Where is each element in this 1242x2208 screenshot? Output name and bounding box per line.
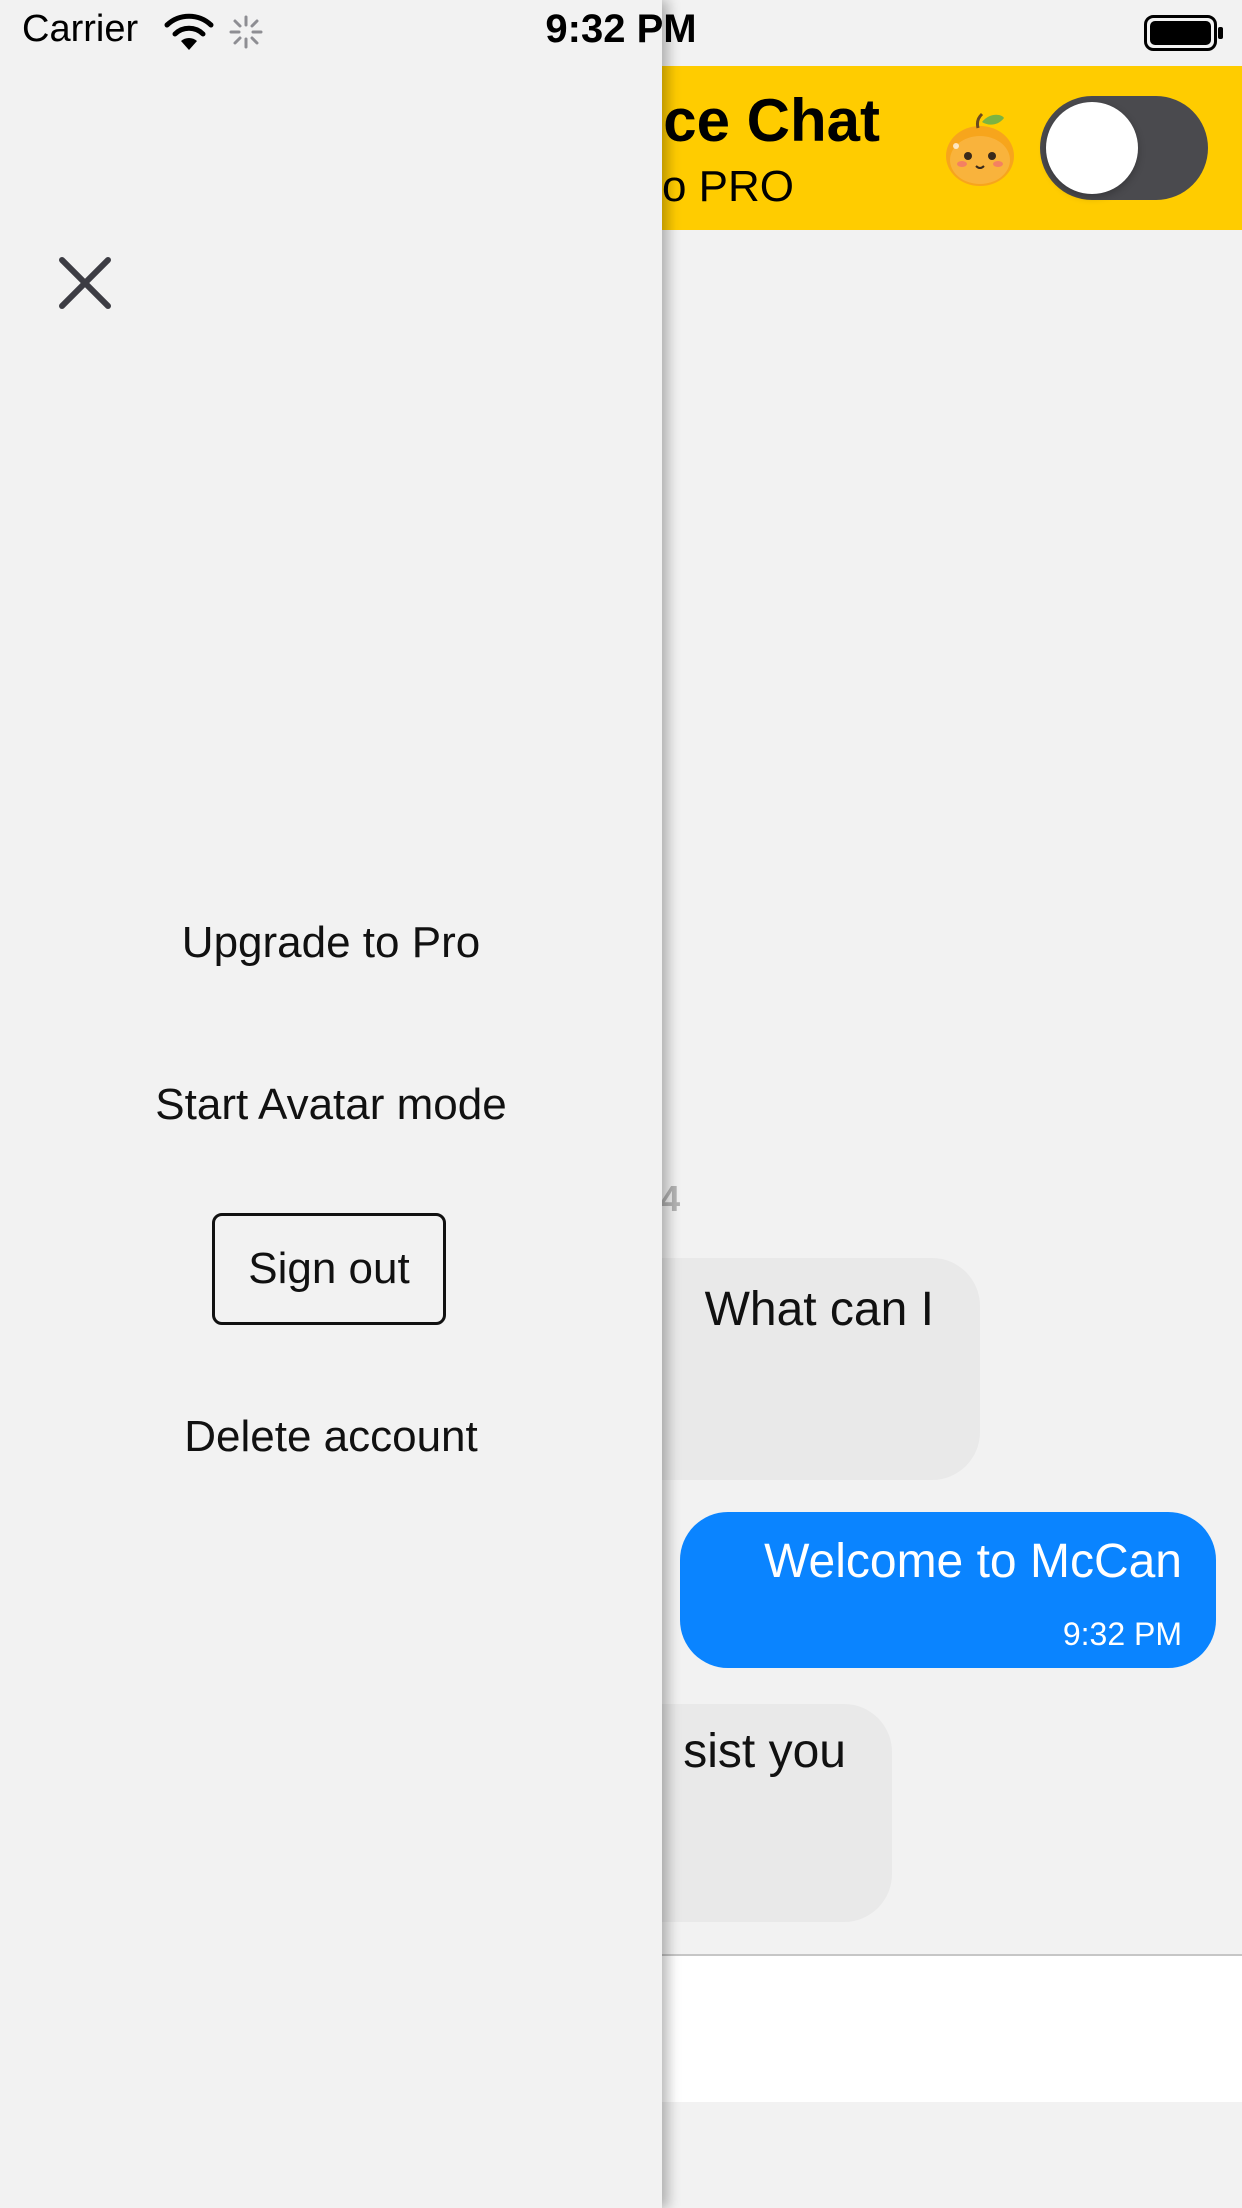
message-text: sist you <box>683 1725 846 1778</box>
header-subtitle: o PRO <box>661 162 794 211</box>
battery-icon <box>1144 15 1223 51</box>
message-text: What can I <box>704 1283 934 1336</box>
start-avatar-mode-button[interactable]: Start Avatar mode <box>0 1080 662 1130</box>
header-title: ce Chat <box>663 87 880 154</box>
status-bar: Carrier 9:32 PM <box>0 0 1242 66</box>
mode-toggle[interactable] <box>1040 96 1208 200</box>
outgoing-message-bubble: Welcome to McCan 9:32 PM <box>680 1512 1216 1668</box>
close-icon[interactable] <box>50 248 120 318</box>
status-time: 9:32 PM <box>545 7 697 51</box>
sign-out-label: Sign out <box>248 1244 410 1293</box>
orange-mascot-icon <box>946 112 1014 186</box>
side-drawer: Upgrade to Pro Start Avatar mode Sign ou… <box>0 0 662 2208</box>
message-timestamp: 9:32 PM <box>1062 1616 1182 1652</box>
delete-account-button[interactable]: Delete account <box>0 1412 662 1462</box>
toggle-knob <box>1046 102 1138 194</box>
sign-out-button[interactable]: Sign out <box>212 1213 446 1325</box>
message-text: Welcome to McCan <box>764 1535 1182 1588</box>
upgrade-to-pro-button[interactable]: Upgrade to Pro <box>0 918 662 968</box>
